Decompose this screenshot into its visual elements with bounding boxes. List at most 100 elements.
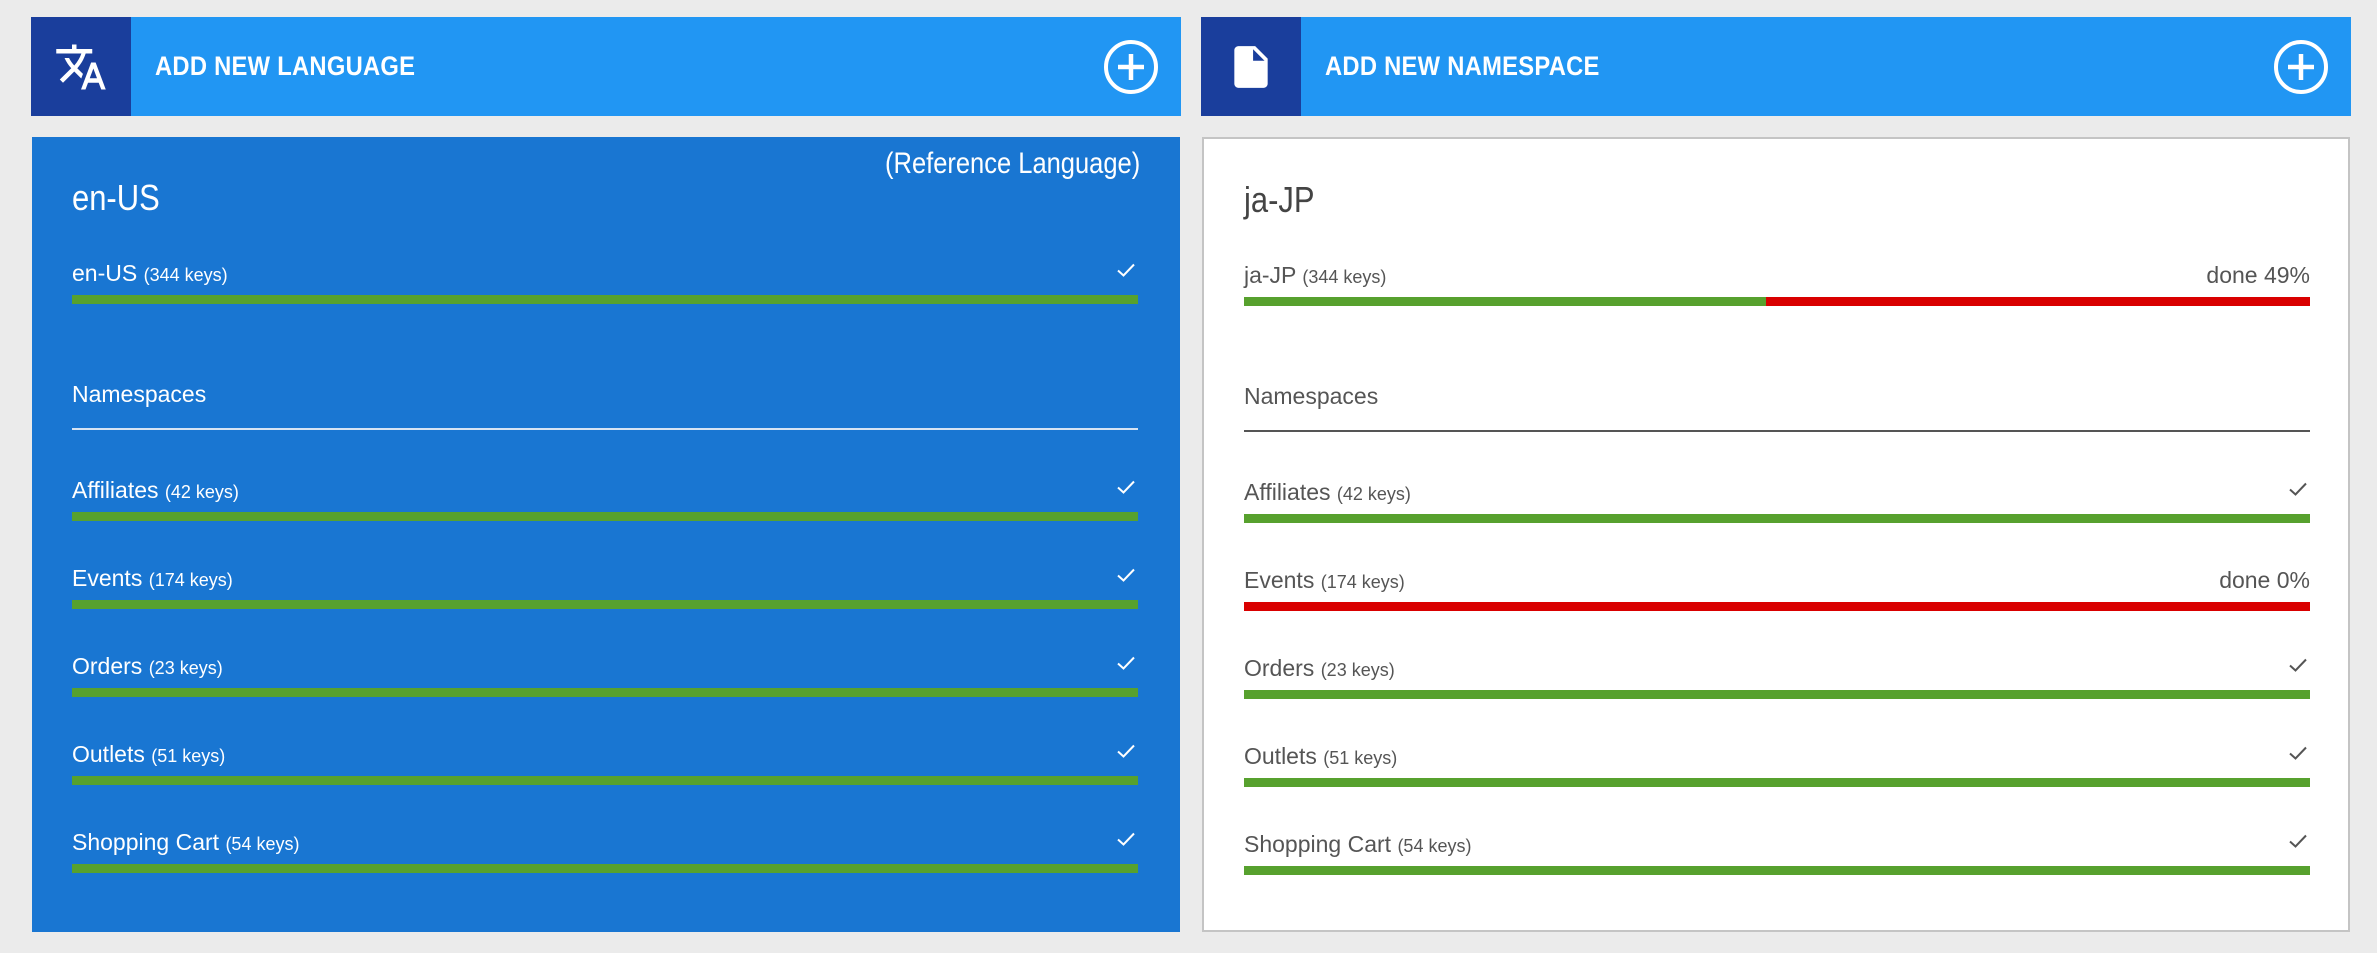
row-name: Outlets bbox=[72, 741, 145, 767]
progress-bar bbox=[72, 688, 1138, 697]
row-label: Events (174 keys) bbox=[1244, 567, 1405, 594]
row-label: Affiliates (42 keys) bbox=[1244, 479, 1411, 506]
progress-bar bbox=[72, 600, 1138, 609]
row-key-count: (344 keys) bbox=[1302, 267, 1387, 287]
progress-bar bbox=[72, 776, 1138, 785]
namespaces-header: Namespaces bbox=[72, 381, 1138, 430]
target-language-card[interactable]: ja-JP ja-JP (344 keys) done 49% Namespaces… bbox=[1202, 137, 2350, 932]
row-label: Outlets (51 keys) bbox=[1244, 743, 1397, 770]
row-name: Orders bbox=[1244, 655, 1315, 681]
progress-bar bbox=[72, 864, 1138, 873]
progress-bar bbox=[72, 295, 1138, 304]
row-name: Events bbox=[72, 565, 143, 591]
row-label: Orders (23 keys) bbox=[1244, 655, 1395, 682]
row-key-count: (344 keys) bbox=[143, 265, 228, 285]
row-name: Shopping Cart bbox=[72, 829, 220, 855]
row-name: Orders bbox=[72, 653, 143, 679]
namespace-column: ADD NEW NAMESPACE ja-JP ja-JP (344 keys)… bbox=[1201, 17, 2351, 932]
translation-progress-row[interactable]: Outlets (51 keys) bbox=[72, 741, 1138, 785]
progress-bar-fill bbox=[1244, 297, 1767, 306]
row-key-count: (42 keys) bbox=[164, 482, 239, 502]
translate-icon-box bbox=[31, 17, 131, 116]
row-label: Shopping Cart (54 keys) bbox=[1244, 831, 1471, 858]
check-icon bbox=[2289, 482, 2307, 496]
progress-bar-fill bbox=[72, 512, 1138, 521]
row-label: Shopping Cart (54 keys) bbox=[72, 829, 299, 856]
row-key-count: (51 keys) bbox=[1323, 748, 1398, 768]
check-icon bbox=[2289, 658, 2307, 672]
row-label: Affiliates (42 keys) bbox=[72, 477, 239, 504]
row-name: en-US bbox=[72, 260, 138, 286]
row-label: Events (174 keys) bbox=[72, 565, 233, 592]
row-label: Outlets (51 keys) bbox=[72, 741, 225, 768]
check-icon bbox=[1117, 744, 1135, 758]
reference-language-card[interactable]: (Reference Language) en-US en-US (344 ke… bbox=[32, 137, 1180, 932]
document-icon bbox=[1234, 45, 1268, 88]
row-label: en-US (344 keys) bbox=[72, 260, 228, 287]
progress-bar-fill bbox=[72, 295, 1138, 304]
namespaces-label: Namespaces bbox=[1244, 383, 1379, 409]
check-icon bbox=[1117, 832, 1135, 846]
row-key-count: (42 keys) bbox=[1336, 484, 1411, 504]
progress-bar-fill bbox=[1244, 866, 2310, 875]
row-key-count: (23 keys) bbox=[1320, 660, 1395, 680]
row-name: ja-JP bbox=[1244, 262, 1296, 288]
translation-progress-row[interactable]: Events (174 keys) bbox=[72, 565, 1138, 609]
translation-progress-row[interactable]: Shopping Cart (54 keys) bbox=[72, 829, 1138, 873]
row-name: Affiliates bbox=[72, 477, 159, 503]
language-title: en-US bbox=[72, 177, 160, 218]
progress-bar-fill bbox=[72, 776, 1138, 785]
progress-bar bbox=[1244, 866, 2310, 875]
add-circle-icon[interactable] bbox=[2273, 39, 2329, 95]
progress-bar-fill bbox=[72, 688, 1138, 697]
namespaces-header: Namespaces bbox=[1244, 383, 2310, 432]
document-icon-box bbox=[1201, 17, 1301, 116]
check-icon bbox=[1117, 480, 1135, 494]
translation-progress-row[interactable]: Orders (23 keys) bbox=[72, 653, 1138, 697]
add-new-language-button[interactable]: ADD NEW LANGUAGE bbox=[31, 17, 1181, 116]
progress-bar-fill bbox=[72, 600, 1138, 609]
completion-status: done 0% bbox=[2219, 567, 2310, 593]
progress-bar bbox=[1244, 602, 2310, 611]
add-new-namespace-button[interactable]: ADD NEW NAMESPACE bbox=[1201, 17, 2351, 116]
progress-bar bbox=[1244, 297, 2310, 306]
progress-bar bbox=[1244, 778, 2310, 787]
language-column: ADD NEW LANGUAGE (Reference Language) en… bbox=[31, 17, 1181, 932]
completion-status: done 49% bbox=[2206, 262, 2310, 288]
progress-bar-fill bbox=[1244, 690, 2310, 699]
translation-progress-row[interactable]: Events (174 keys) done 0% bbox=[1244, 567, 2310, 611]
translation-progress-row[interactable]: Outlets (51 keys) bbox=[1244, 743, 2310, 787]
language-title: ja-JP bbox=[1244, 179, 1315, 220]
translation-progress-row[interactable]: Affiliates (42 keys) bbox=[72, 477, 1138, 521]
row-label: ja-JP (344 keys) bbox=[1244, 262, 1386, 289]
check-icon bbox=[1117, 263, 1135, 277]
progress-bar bbox=[1244, 514, 2310, 523]
row-key-count: (54 keys) bbox=[225, 834, 300, 854]
reference-language-tag: (Reference Language) bbox=[884, 147, 1140, 180]
row-key-count: (54 keys) bbox=[1397, 836, 1472, 856]
check-icon bbox=[1117, 568, 1135, 582]
translation-progress-row[interactable]: ja-JP (344 keys) done 49% bbox=[1244, 262, 2310, 306]
translate-icon bbox=[56, 44, 106, 89]
row-name: Affiliates bbox=[1244, 479, 1331, 505]
translation-progress-row[interactable]: Shopping Cart (54 keys) bbox=[1244, 831, 2310, 875]
add-circle-icon[interactable] bbox=[1103, 39, 1159, 95]
translation-progress-row[interactable]: Affiliates (42 keys) bbox=[1244, 479, 2310, 523]
row-key-count: (174 keys) bbox=[1320, 572, 1405, 592]
translation-progress-row[interactable]: Orders (23 keys) bbox=[1244, 655, 2310, 699]
namespaces-label: Namespaces bbox=[72, 381, 207, 407]
row-key-count: (51 keys) bbox=[151, 746, 226, 766]
translation-progress-row[interactable]: en-US (344 keys) bbox=[72, 260, 1138, 304]
check-icon bbox=[2289, 746, 2307, 760]
check-icon bbox=[1117, 656, 1135, 670]
add-new-language-label: ADD NEW LANGUAGE bbox=[155, 51, 416, 81]
row-name: Outlets bbox=[1244, 743, 1317, 769]
progress-bar-fill bbox=[72, 864, 1138, 873]
add-new-namespace-label: ADD NEW NAMESPACE bbox=[1325, 51, 1600, 81]
row-name: Shopping Cart bbox=[1244, 831, 1392, 857]
row-key-count: (174 keys) bbox=[148, 570, 233, 590]
row-key-count: (23 keys) bbox=[148, 658, 223, 678]
check-icon bbox=[2289, 834, 2307, 848]
row-label: Orders (23 keys) bbox=[72, 653, 223, 680]
progress-bar-fill bbox=[1244, 514, 2310, 523]
